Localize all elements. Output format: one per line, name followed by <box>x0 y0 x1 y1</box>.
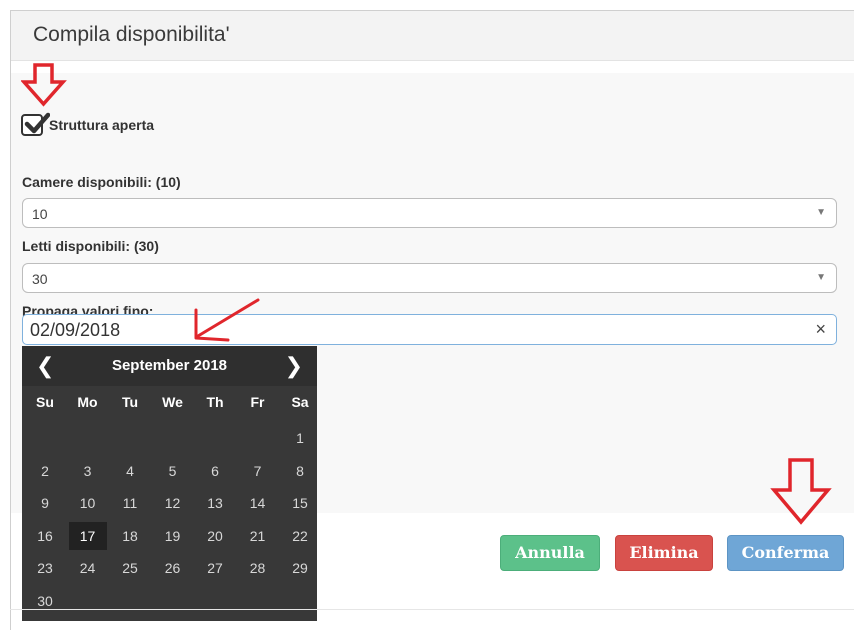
chevron-right-icon[interactable]: ❯ <box>285 353 303 379</box>
checkmark-icon <box>24 112 50 134</box>
weekday-header: Th <box>206 394 224 410</box>
modal-footer-divider <box>10 609 854 610</box>
weekday-header: Tu <box>121 394 139 410</box>
calendar-day[interactable]: 1 <box>281 424 319 452</box>
annulla-button[interactable]: Annulla <box>500 535 600 571</box>
calendar-day[interactable]: 26 <box>154 554 192 582</box>
calendar-day[interactable]: 13 <box>196 489 234 517</box>
weekday-header: We <box>162 394 183 410</box>
calendar-month-title[interactable]: September 2018 <box>22 357 317 374</box>
clear-icon[interactable]: × <box>815 319 826 340</box>
calendar-day[interactable]: 2 <box>26 457 64 485</box>
calendar-day[interactable]: 3 <box>69 457 107 485</box>
calendar-day[interactable]: 29 <box>281 554 319 582</box>
calendar-day[interactable]: 20 <box>196 522 234 550</box>
calendar-day[interactable]: 15 <box>281 489 319 517</box>
caret-down-icon: ▼ <box>816 207 826 218</box>
calendar-day[interactable]: 21 <box>239 522 277 550</box>
modal-title: Compila disponibilita' <box>33 23 230 46</box>
calendar-day[interactable]: 24 <box>69 554 107 582</box>
calendar-day-selected[interactable]: 17 <box>68 521 107 550</box>
struttura-aperta-checkbox[interactable] <box>21 112 50 136</box>
annotation-arrow-down-icon <box>770 458 832 525</box>
calendar-day[interactable]: 8 <box>281 457 319 485</box>
caret-down-icon: ▼ <box>816 272 826 283</box>
struttura-aperta-label[interactable]: Struttura aperta <box>49 117 154 133</box>
calendar-day[interactable]: 30 <box>26 587 64 615</box>
calendar-day[interactable]: 14 <box>239 489 277 517</box>
conferma-button[interactable]: Conferma <box>727 535 844 571</box>
calendar-day[interactable]: 6 <box>196 457 234 485</box>
calendar-day[interactable]: 28 <box>239 554 277 582</box>
datepicker-calendar: ❮ September 2018 ❯ Su Mo Tu We Th Fr Sa 1 2 3 4 5 6 7… <box>22 346 317 621</box>
struttura-aperta-row[interactable]: Struttura aperta <box>21 112 154 138</box>
weekday-header: Sa <box>291 394 309 410</box>
letti-label: Letti disponibili: (30) <box>22 238 159 254</box>
weekday-header: Mo <box>77 394 98 410</box>
camere-value: 10 <box>32 206 48 222</box>
weekday-header: Fr <box>250 394 265 410</box>
letti-value: 30 <box>32 271 48 287</box>
camere-label: Camere disponibili: (10) <box>22 174 181 190</box>
letti-select[interactable]: 30 ▼ <box>22 263 837 293</box>
calendar-day[interactable]: 5 <box>154 457 192 485</box>
calendar-day[interactable]: 27 <box>196 554 234 582</box>
calendar-day[interactable]: 23 <box>26 554 64 582</box>
elimina-button[interactable]: Elimina <box>615 535 713 571</box>
annotation-arrow-diagonal-icon <box>194 298 260 342</box>
modal-header: Compila disponibilita' <box>11 11 854 61</box>
calendar-header: ❮ September 2018 ❯ <box>22 346 317 386</box>
calendar-day[interactable]: 12 <box>154 489 192 517</box>
calendar-day[interactable]: 10 <box>69 489 107 517</box>
calendar-day[interactable]: 9 <box>26 489 64 517</box>
calendar-day[interactable]: 25 <box>111 554 149 582</box>
calendar-day[interactable]: 22 <box>281 522 319 550</box>
camere-select[interactable]: 10 ▼ <box>22 198 837 228</box>
calendar-day[interactable]: 19 <box>154 522 192 550</box>
calendar-day[interactable]: 18 <box>111 522 149 550</box>
calendar-day[interactable]: 4 <box>111 457 149 485</box>
calendar-day[interactable]: 7 <box>239 457 277 485</box>
propaga-date-value[interactable]: 02/09/2018 <box>30 320 120 341</box>
propaga-date-input[interactable]: 02/09/2018 × <box>22 314 837 345</box>
calendar-day[interactable]: 11 <box>111 489 149 517</box>
calendar-day[interactable]: 16 <box>26 522 64 550</box>
annotation-arrow-down-icon <box>21 63 67 107</box>
weekday-header: Su <box>36 394 54 410</box>
